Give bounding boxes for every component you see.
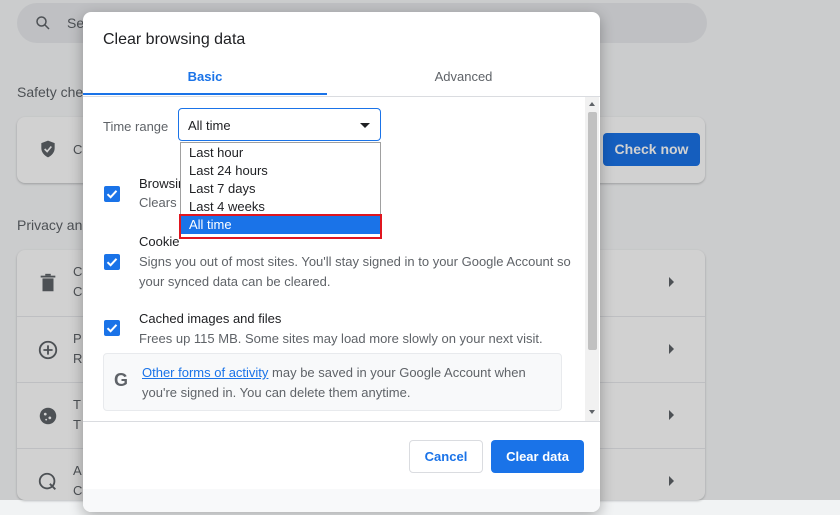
time-range-select[interactable]: All time — [178, 108, 381, 141]
checkmark-icon — [106, 190, 118, 199]
google-activity-info: G Other forms of activity may be saved i… — [103, 353, 562, 411]
clear-data-button[interactable]: Clear data — [491, 440, 584, 473]
tab-advanced[interactable]: Advanced — [327, 69, 600, 84]
other-forms-of-activity-link[interactable]: Other forms of activity — [142, 365, 268, 380]
footer-divider — [83, 421, 600, 422]
scroll-down-arrow-icon[interactable] — [589, 410, 595, 414]
browsing-history-title: Browsin — [139, 176, 186, 191]
cookies-checkbox[interactable] — [104, 254, 120, 270]
browsing-history-checkbox[interactable] — [104, 186, 120, 202]
dropdown-arrow-icon — [360, 123, 370, 128]
cached-images-title: Cached images and files — [139, 311, 282, 326]
cached-images-checkbox[interactable] — [104, 320, 120, 336]
clear-browsing-data-dialog: Clear browsing data Basic Advanced Time … — [83, 12, 600, 512]
google-g-icon: G — [114, 370, 129, 390]
scrollbar-thumb[interactable] — [588, 112, 597, 350]
selection-highlight-box — [179, 214, 382, 239]
option-last-24-hours[interactable]: Last 24 hours — [181, 162, 380, 180]
active-tab-indicator — [83, 93, 327, 95]
cookies-title: Cookie — [139, 234, 180, 249]
dialog-footer-strip — [83, 489, 600, 512]
cookies-desc: Signs you out of most sites. You'll stay… — [139, 254, 571, 289]
cancel-button[interactable]: Cancel — [409, 440, 483, 473]
scroll-up-arrow-icon[interactable] — [589, 102, 595, 106]
checkmark-icon — [106, 324, 118, 333]
info-text: Other forms of activity may be saved in … — [142, 363, 552, 403]
time-range-value: All time — [188, 118, 231, 133]
option-last-7-days[interactable]: Last 7 days — [181, 180, 380, 198]
dialog-title: Clear browsing data — [103, 31, 246, 48]
content-scrollbar[interactable] — [585, 97, 599, 421]
cached-images-desc: Frees up 115 MB. Some sites may load mor… — [139, 331, 543, 346]
time-range-label: Time range — [103, 119, 169, 134]
tab-basic[interactable]: Basic — [83, 69, 327, 84]
checkmark-icon — [106, 258, 118, 267]
option-last-hour[interactable]: Last hour — [181, 144, 380, 162]
